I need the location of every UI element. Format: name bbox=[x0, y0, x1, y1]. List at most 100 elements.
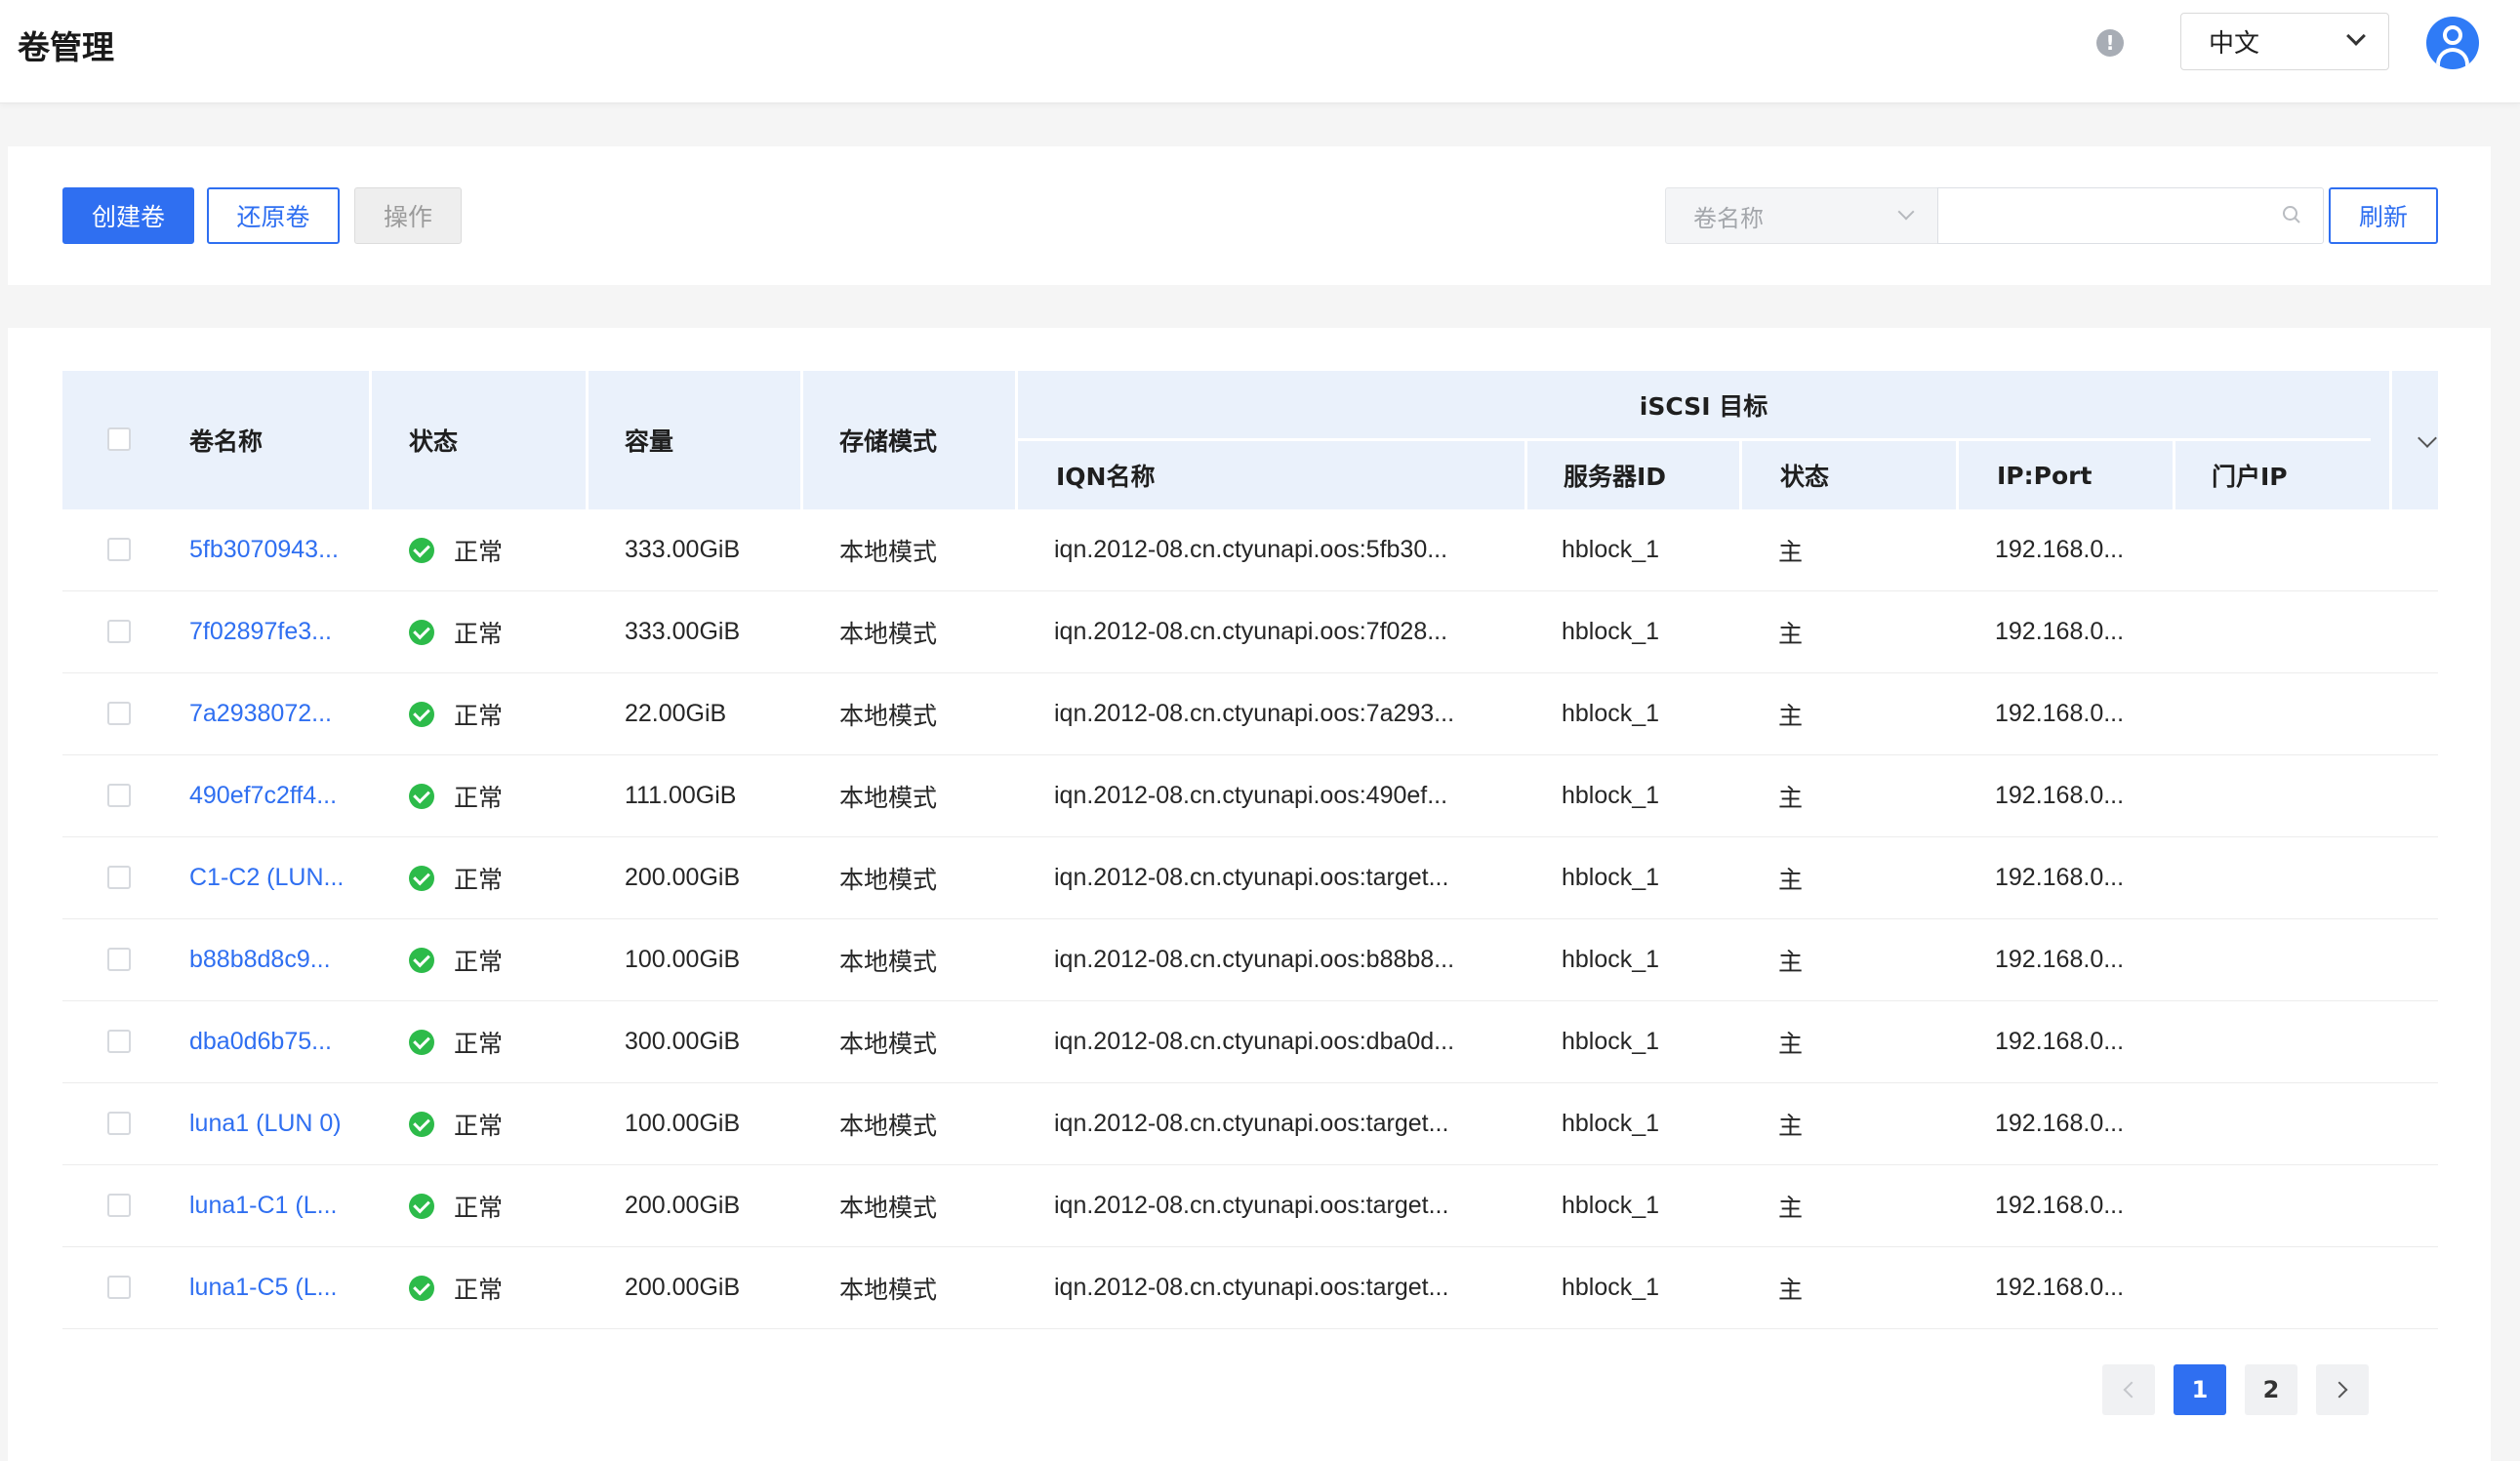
restore-volume-button[interactable]: 还原卷 bbox=[207, 187, 340, 244]
row-checkbox[interactable] bbox=[107, 1112, 131, 1135]
volume-name-link[interactable]: luna1-C1 (L... bbox=[189, 1165, 337, 1246]
iscsi-status-cell: 主 bbox=[1778, 701, 1804, 730]
iscsi-status-cell: 主 bbox=[1778, 783, 1804, 812]
pagination-page-1[interactable]: 1 bbox=[2174, 1364, 2226, 1415]
table-row[interactable]: 正常 luna1 (LUN 0) 100.00GiB 本地模式 iqn.2012-08.… bbox=[62, 1083, 2438, 1165]
capacity-cell: 200.00GiB bbox=[625, 1274, 741, 1301]
row-checkbox[interactable] bbox=[107, 702, 131, 725]
storage-mode-cell: 本地模式 bbox=[839, 865, 938, 894]
status-label: 正常 bbox=[454, 537, 504, 566]
server-id-cell: hblock_1 bbox=[1562, 946, 1660, 973]
storage-mode-cell: 本地模式 bbox=[839, 1193, 938, 1222]
server-id-cell: hblock_1 bbox=[1562, 536, 1660, 563]
language-select[interactable]: 中文 bbox=[2180, 13, 2389, 70]
volume-name-link[interactable]: b88b8d8c9... bbox=[189, 919, 331, 1000]
search-icon[interactable] bbox=[2282, 205, 2301, 224]
iqn-cell: iqn.2012-08.cn.ctyunapi.oos:7f028... bbox=[1054, 618, 1448, 645]
capacity-cell: 300.00GiB bbox=[625, 1028, 741, 1055]
table-row[interactable]: 正常 C1-C2 (LUN... 200.00GiB 本地模式 iqn.2012-08.… bbox=[62, 837, 2438, 919]
iqn-cell: iqn.2012-08.cn.ctyunapi.oos:target... bbox=[1054, 1274, 1449, 1301]
column-header-iqn[interactable]: IQN名称 bbox=[1056, 441, 1155, 509]
volume-name-link[interactable]: dba0d6b75... bbox=[189, 1001, 332, 1082]
status-label: 正常 bbox=[454, 1193, 504, 1222]
iscsi-status-cell: 主 bbox=[1778, 1193, 1804, 1222]
column-header-name[interactable]: 卷名称 bbox=[189, 371, 263, 509]
status-label: 正常 bbox=[454, 947, 504, 976]
ip-port-cell: 192.168.0... bbox=[1995, 1028, 2125, 1055]
iscsi-status-cell: 主 bbox=[1778, 537, 1804, 566]
column-header-iscsi-status[interactable]: 状态 bbox=[1780, 441, 1829, 509]
storage-mode-cell: 本地模式 bbox=[839, 1029, 938, 1058]
volume-name-link[interactable]: 5fb3070943... bbox=[189, 509, 339, 590]
iscsi-status-cell: 主 bbox=[1778, 947, 1804, 976]
table-row[interactable]: 正常 7a2938072... 22.00GiB 本地模式 iqn.2012-08.cn… bbox=[62, 673, 2438, 755]
volume-name-link[interactable]: 490ef7c2ff4... bbox=[189, 755, 337, 836]
server-id-cell: hblock_1 bbox=[1562, 1028, 1660, 1055]
volume-name-link[interactable]: 7f02897fe3... bbox=[189, 591, 332, 672]
status-label: 正常 bbox=[454, 619, 504, 648]
search-input[interactable] bbox=[1938, 188, 2270, 241]
table-row[interactable]: 正常 b88b8d8c9... 100.00GiB 本地模式 iqn.2012-08.c… bbox=[62, 919, 2438, 1001]
status-label: 正常 bbox=[454, 783, 504, 812]
row-checkbox[interactable] bbox=[107, 1276, 131, 1299]
storage-mode-cell: 本地模式 bbox=[839, 1111, 938, 1140]
user-icon bbox=[2443, 25, 2462, 45]
row-checkbox[interactable] bbox=[107, 866, 131, 889]
column-header-capacity[interactable]: 容量 bbox=[625, 371, 673, 509]
iscsi-status-cell: 主 bbox=[1778, 1111, 1804, 1140]
status-cell: 正常 bbox=[409, 591, 503, 672]
column-divider bbox=[1739, 441, 1742, 509]
row-checkbox[interactable] bbox=[107, 1030, 131, 1053]
storage-mode-cell: 本地模式 bbox=[839, 1275, 938, 1304]
chevron-down-icon[interactable] bbox=[2418, 428, 2437, 448]
row-checkbox[interactable] bbox=[107, 538, 131, 561]
user-icon-body bbox=[2436, 48, 2469, 69]
iqn-cell: iqn.2012-08.cn.ctyunapi.oos:dba0d... bbox=[1054, 1028, 1455, 1055]
create-volume-button[interactable]: 创建卷 bbox=[62, 187, 194, 244]
table-row[interactable]: 正常 dba0d6b75... 300.00GiB 本地模式 iqn.2012-08.c… bbox=[62, 1001, 2438, 1083]
pagination-next-button[interactable] bbox=[2316, 1364, 2369, 1415]
table-row[interactable]: 正常 luna1-C1 (L... 200.00GiB 本地模式 iqn.2012-08… bbox=[62, 1165, 2438, 1247]
row-checkbox[interactable] bbox=[107, 1194, 131, 1217]
select-all-checkbox[interactable] bbox=[107, 427, 131, 451]
pagination-page-2[interactable]: 2 bbox=[2245, 1364, 2297, 1415]
iqn-cell: iqn.2012-08.cn.ctyunapi.oos:5fb30... bbox=[1054, 536, 1448, 563]
volume-name-link[interactable]: luna1 (LUN 0) bbox=[189, 1083, 342, 1164]
operate-button[interactable]: 操作 bbox=[354, 187, 462, 244]
column-header-storage-mode[interactable]: 存储模式 bbox=[839, 371, 937, 509]
check-circle-icon bbox=[409, 619, 434, 645]
server-id-cell: hblock_1 bbox=[1562, 1274, 1660, 1301]
search-field-select[interactable]: 卷名称 bbox=[1665, 187, 1938, 244]
pagination-prev-button[interactable] bbox=[2102, 1364, 2155, 1415]
table-row[interactable]: 正常 7f02897fe3... 333.00GiB 本地模式 iqn.2012-08.… bbox=[62, 591, 2438, 673]
ip-port-cell: 192.168.0... bbox=[1995, 1110, 2125, 1137]
table-row[interactable]: 正常 5fb3070943... 333.00GiB 本地模式 iqn.2012-08.… bbox=[62, 509, 2438, 591]
volume-name-link[interactable]: C1-C2 (LUN... bbox=[189, 837, 344, 918]
column-group-iscsi-target: iSCSI 目标 bbox=[1639, 392, 1768, 421]
table-row[interactable]: 正常 490ef7c2ff4... 111.00GiB 本地模式 iqn.2012-08… bbox=[62, 755, 2438, 837]
column-header-ip-port[interactable]: IP:Port bbox=[1997, 441, 2092, 509]
info-icon[interactable]: ! bbox=[2096, 29, 2124, 57]
column-header-portal-ip[interactable]: 门户IP bbox=[2212, 441, 2288, 509]
check-circle-icon bbox=[409, 1029, 434, 1055]
server-id-cell: hblock_1 bbox=[1562, 864, 1660, 891]
server-id-cell: hblock_1 bbox=[1562, 1110, 1660, 1137]
check-circle-icon bbox=[409, 1193, 434, 1219]
volume-name-link[interactable]: 7a2938072... bbox=[189, 673, 332, 754]
volume-name-link[interactable]: luna1-C5 (L... bbox=[189, 1247, 337, 1328]
server-id-cell: hblock_1 bbox=[1562, 782, 1660, 809]
column-header-status[interactable]: 状态 bbox=[409, 371, 458, 509]
table-row[interactable]: 正常 luna1-C5 (L... 200.00GiB 本地模式 iqn.2012-08… bbox=[62, 1247, 2438, 1329]
capacity-cell: 100.00GiB bbox=[625, 946, 741, 973]
user-avatar[interactable] bbox=[2426, 17, 2479, 69]
refresh-button[interactable]: 刷新 bbox=[2329, 187, 2438, 244]
column-header-server-id[interactable]: 服务器ID bbox=[1564, 441, 1666, 509]
server-id-cell: hblock_1 bbox=[1562, 618, 1660, 645]
capacity-cell: 22.00GiB bbox=[625, 700, 727, 727]
row-checkbox[interactable] bbox=[107, 784, 131, 807]
check-circle-icon bbox=[409, 1275, 434, 1301]
storage-mode-cell: 本地模式 bbox=[839, 701, 938, 730]
iscsi-status-cell: 主 bbox=[1778, 1275, 1804, 1304]
row-checkbox[interactable] bbox=[107, 948, 131, 971]
row-checkbox[interactable] bbox=[107, 620, 131, 643]
